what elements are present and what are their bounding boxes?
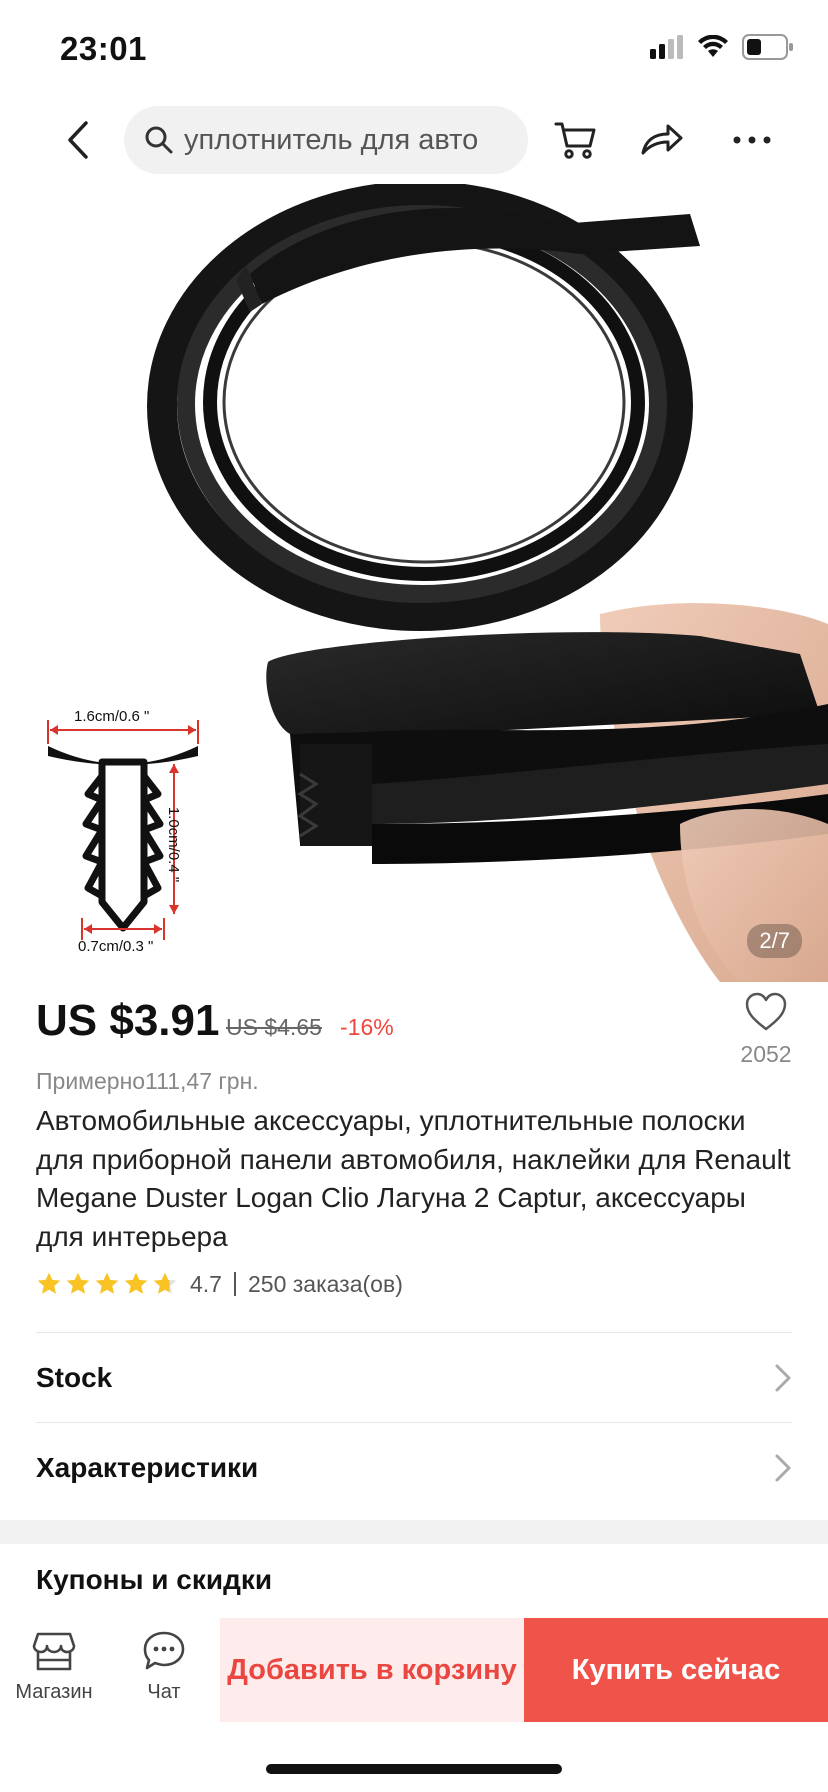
cellular-signal-icon bbox=[650, 35, 683, 59]
section-divider bbox=[0, 1520, 828, 1544]
chat-tab[interactable]: Чат bbox=[116, 1630, 212, 1704]
search-query: уплотнитель для авто bbox=[184, 123, 479, 156]
add-to-cart-button[interactable]: Добавить в корзину bbox=[220, 1618, 524, 1722]
more-icon bbox=[733, 136, 771, 144]
status-bar: 23:01 bbox=[0, 0, 828, 96]
status-icons bbox=[650, 34, 794, 60]
dimension-width-bottom: 0.7cm/0.3 " bbox=[78, 938, 154, 955]
star-icon bbox=[37, 1272, 61, 1294]
dimension-height: 1.0cm/0.4 " bbox=[165, 806, 183, 883]
status-time: 23:01 bbox=[60, 30, 147, 67]
buy-now-button[interactable]: Купить сейчас bbox=[524, 1618, 828, 1722]
cart-button[interactable] bbox=[550, 114, 602, 166]
row-stock-label: Stock bbox=[36, 1361, 113, 1393]
original-price: US $4.65 bbox=[226, 1014, 322, 1040]
chevron-right-icon bbox=[775, 1364, 791, 1392]
discount-badge: -16% bbox=[340, 1014, 394, 1040]
cart-icon bbox=[554, 122, 596, 159]
bottom-action-bar: Магазин Чат Добавить в корзину Купить се… bbox=[0, 1618, 828, 1722]
store-tab-label: Магазин bbox=[15, 1681, 93, 1703]
star-icon bbox=[95, 1272, 119, 1294]
orders-count: 250 заказа(ов) bbox=[247, 1270, 403, 1297]
share-button[interactable] bbox=[636, 114, 688, 166]
store-icon bbox=[32, 1632, 76, 1671]
nav-bar: уплотнитель для авто bbox=[0, 100, 828, 180]
image-counter: 2/7 bbox=[747, 924, 802, 958]
chevron-left-icon bbox=[68, 121, 88, 159]
coupons-row-label[interactable]: Купоны и скидки bbox=[36, 1564, 272, 1596]
product-image bbox=[47, 184, 828, 982]
chat-tab-label: Чат bbox=[147, 1681, 181, 1703]
wishlist-button[interactable]: 2052 bbox=[736, 992, 796, 1068]
wishlist-count: 2052 bbox=[740, 1041, 792, 1067]
store-tab[interactable]: Магазин bbox=[6, 1630, 102, 1704]
row-stock[interactable]: Stock bbox=[36, 1332, 792, 1422]
heart-icon bbox=[745, 992, 787, 1031]
rating-separator bbox=[233, 1272, 236, 1296]
battery-icon bbox=[742, 34, 793, 60]
chat-icon bbox=[143, 1631, 185, 1670]
approx-price: Примерно111,47 грн. bbox=[36, 1068, 259, 1094]
star-icon bbox=[124, 1272, 148, 1294]
home-indicator bbox=[266, 1764, 562, 1774]
dimension-width-top: 1.6cm/0.6 " bbox=[74, 708, 150, 725]
product-title: Автомобильные аксессуары, уплотнительные… bbox=[36, 1105, 791, 1252]
search-bar[interactable]: уплотнитель для авто bbox=[124, 106, 528, 174]
share-icon bbox=[641, 124, 683, 155]
back-button[interactable] bbox=[52, 114, 104, 166]
search-icon bbox=[145, 126, 173, 154]
more-button[interactable] bbox=[726, 114, 778, 166]
rating-stars bbox=[36, 1271, 178, 1297]
row-specs-label: Характеристики bbox=[36, 1451, 259, 1483]
wifi-icon bbox=[698, 35, 728, 57]
rating-row[interactable]: 4.7 250 заказа(ов) bbox=[36, 1266, 403, 1302]
star-icon bbox=[153, 1272, 177, 1294]
row-specs[interactable]: Характеристики bbox=[36, 1422, 792, 1512]
product-image-gallery[interactable]: 2/7 1.6cm/0.6 " 1.0cm/0.4 " 0.7cm/0.3 " bbox=[0, 184, 828, 982]
current-price: US $3.91 bbox=[36, 996, 220, 1045]
chevron-right-icon bbox=[775, 1454, 791, 1482]
price-row: US $3.91 US $4.65 -16% 2052 bbox=[36, 992, 796, 1067]
rating-value: 4.7 bbox=[190, 1270, 222, 1297]
star-icon bbox=[66, 1272, 90, 1294]
